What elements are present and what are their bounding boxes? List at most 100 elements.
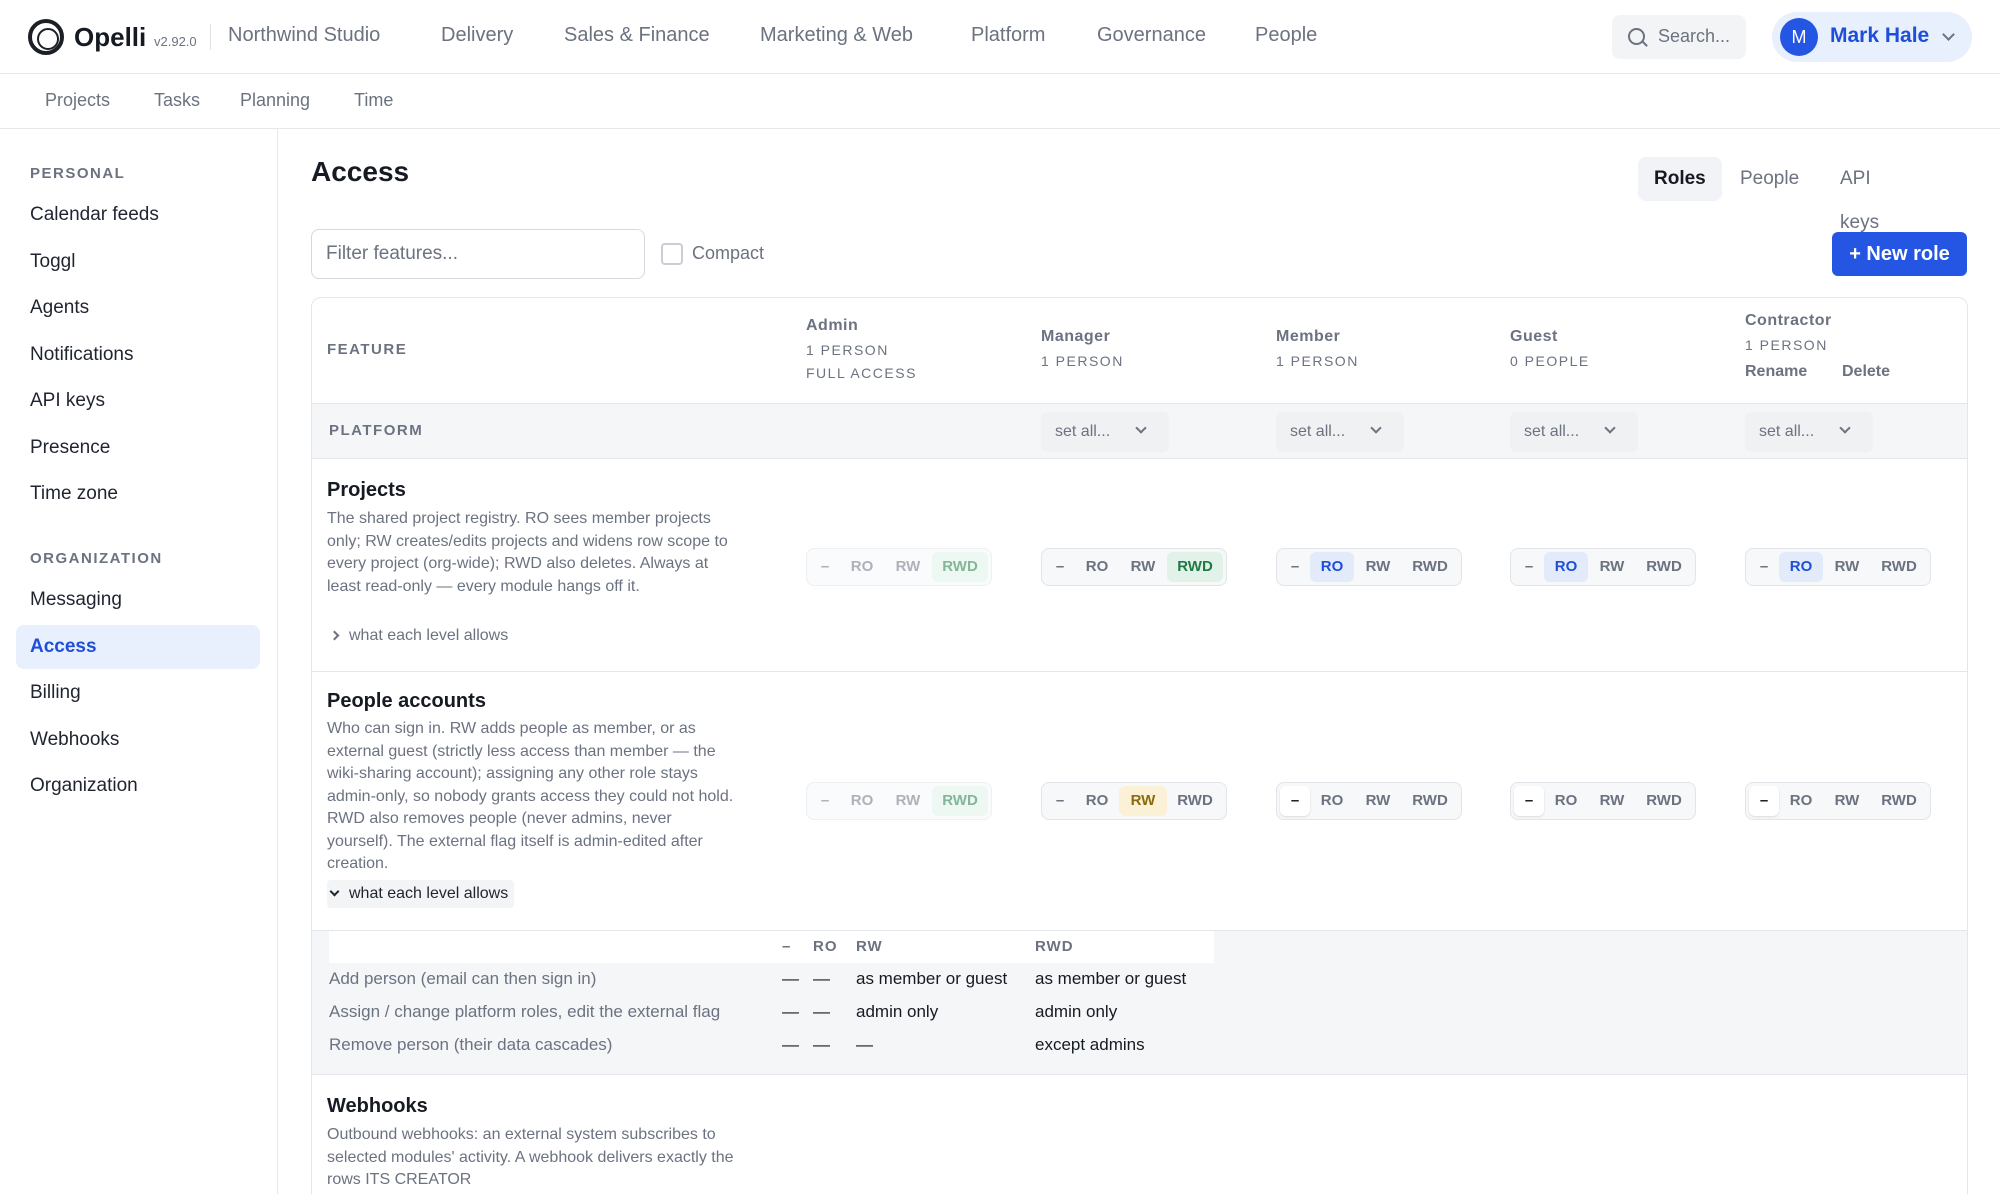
set-all-label: set all... [1290,423,1346,440]
access-level-control[interactable]: – RO RW RWD [1510,782,1696,820]
subnav-time[interactable]: Time [354,90,393,111]
access-level-option[interactable]: RO [1544,552,1588,582]
sidebar-item-presence[interactable]: Presence [16,426,260,470]
access-level-option[interactable]: RO [1544,786,1588,816]
access-level-option[interactable]: RO [1779,552,1823,582]
set-all-manager-select[interactable]: set all... [1041,412,1169,452]
access-level-option[interactable]: – [1514,552,1544,582]
access-level-option[interactable]: RWD [1402,786,1458,816]
access-level-option[interactable]: – [1514,786,1544,816]
nav-platform[interactable]: Platform [971,24,1045,47]
feature-title-webhooks: Webhooks [327,1095,428,1117]
access-level-option[interactable]: RO [1310,786,1354,816]
access-level-control[interactable]: – RO RW RWD [1276,548,1462,586]
access-level-option[interactable]: RW [1823,552,1871,582]
sidebar-item-access[interactable]: Access [16,625,260,669]
subnav-tasks[interactable]: Tasks [154,90,200,111]
details-col-rwd: RWD [1035,938,1074,955]
nav-governance[interactable]: Governance [1097,24,1206,47]
access-level-option[interactable]: – [1280,786,1310,816]
nav-marketing-web[interactable]: Marketing & Web [760,24,913,47]
access-level-option[interactable]: RO [1779,786,1823,816]
set-all-member-select[interactable]: set all... [1276,412,1404,452]
level-details-toggle-projects[interactable]: what each level allows [327,622,514,650]
details-row-label: Add person (email can then sign in) [329,969,597,988]
access-level-control[interactable]: – RO RW RWD [1745,548,1931,586]
access-level-option[interactable]: RWD [1167,552,1223,582]
access-level-option[interactable]: RWD [1871,786,1927,816]
access-level-control[interactable]: – RO RW RWD [1041,782,1227,820]
details-cell: admin only [856,1002,939,1021]
set-all-contractor-select[interactable]: set all... [1745,412,1873,452]
access-level-option[interactable]: – [1749,786,1779,816]
search-button[interactable]: Search... [1612,15,1746,59]
sidebar-item-api-keys[interactable]: API keys [16,379,260,423]
sidebar-item-organization[interactable]: Organization [16,764,260,808]
access-level-option[interactable]: RO [1075,552,1119,582]
new-role-button[interactable]: + New role [1832,232,1967,276]
access-level-option[interactable]: RWD [1402,552,1458,582]
details-cell: as member or guest [856,969,1008,988]
nav-sales-finance[interactable]: Sales & Finance [564,24,710,47]
access-level-option: RWD [932,552,988,582]
access-level-option[interactable]: RW [1354,786,1402,816]
feature-column-header: FEATURE [327,341,408,358]
details-col-ro: RO [813,938,838,955]
access-level-option[interactable]: RWD [1636,786,1692,816]
feature-title-projects: Projects [327,479,406,501]
set-all-guest-select[interactable]: set all... [1510,412,1638,452]
compact-checkbox[interactable] [661,243,683,265]
access-level-option[interactable]: RW [1119,552,1167,582]
filter-features-input[interactable] [311,229,645,279]
group-row-platform: PLATFORM set all... set all... set all..… [312,403,1967,459]
sidebar-item-notifications[interactable]: Notifications [16,333,260,377]
sidebar-item-time-zone[interactable]: Time zone [16,472,260,516]
sidebar-item-webhooks[interactable]: Webhooks [16,718,260,762]
logo-icon [28,19,64,55]
nav-delivery[interactable]: Delivery [441,24,513,47]
details-cell: except admins [1035,1035,1145,1054]
access-level-option[interactable]: – [1045,786,1075,816]
feature-description-people-accounts: Who can sign in. RW adds people as membe… [327,720,734,872]
delete-role-button[interactable]: Delete [1842,363,1890,381]
access-level-option[interactable]: RWD [1636,552,1692,582]
sidebar-item-messaging[interactable]: Messaging [16,578,260,622]
access-level-option[interactable]: RW [1588,786,1636,816]
access-level-option[interactable]: RW [1119,786,1167,816]
tab-roles[interactable]: Roles [1638,157,1722,201]
access-level-control[interactable]: – RO RW RWD [1510,548,1696,586]
tab-people[interactable]: People [1724,157,1815,201]
access-level-control[interactable]: – RO RW RWD [1041,548,1227,586]
subnav-planning[interactable]: Planning [240,90,310,111]
details-cell: — [856,1035,873,1054]
access-level-option[interactable]: RW [1354,552,1402,582]
level-details-toggle-label: what each level allows [349,885,509,902]
set-all-label: set all... [1524,423,1580,440]
access-level-option[interactable]: RWD [1167,786,1223,816]
access-level-control[interactable]: – RO RW RWD [1745,782,1931,820]
access-level-option[interactable]: RW [1588,552,1636,582]
search-icon [1628,28,1645,45]
sidebar-item-calendar-feeds[interactable]: Calendar feeds [16,193,260,237]
sidebar-item-agents[interactable]: Agents [16,286,260,330]
access-level-option[interactable]: RO [1075,786,1119,816]
rename-role-button[interactable]: Rename [1745,363,1807,381]
user-menu-button[interactable]: M Mark Hale [1772,12,1972,62]
workspace-name[interactable]: Northwind Studio [228,24,380,47]
access-level-option[interactable]: – [1280,552,1310,582]
access-level-option[interactable]: RO [1310,552,1354,582]
access-level-control[interactable]: – RO RW RWD [1276,782,1462,820]
access-level-option[interactable]: – [1045,552,1075,582]
nav-people[interactable]: People [1255,24,1317,47]
access-level-option[interactable]: RWD [1871,552,1927,582]
role-manager-name: Manager [1041,328,1111,345]
access-level-option[interactable]: RW [1823,786,1871,816]
sidebar-item-toggl[interactable]: Toggl [16,240,260,284]
level-details-toggle-people-accounts[interactable]: what each level allows [327,880,515,908]
access-level-option[interactable]: – [1749,552,1779,582]
subnav-projects[interactable]: Projects [45,90,110,111]
access-matrix: FEATURE Admin 1 PERSON FULL ACCESS Manag… [311,297,1968,1194]
tab-api-keys[interactable]: API keys [1824,157,1895,233]
sidebar-item-billing[interactable]: Billing [16,671,260,715]
chevron-right-icon [329,630,340,641]
